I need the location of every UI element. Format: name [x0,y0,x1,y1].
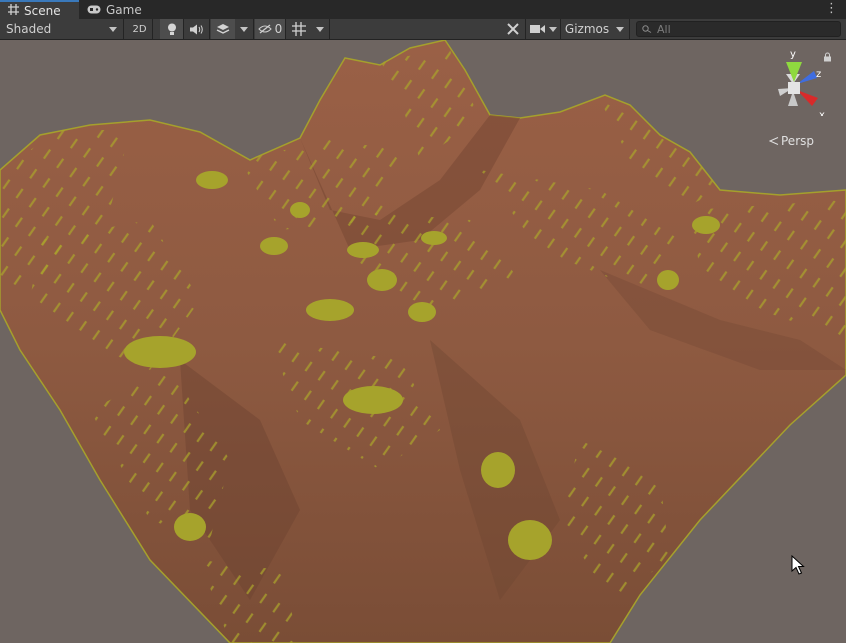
grid-hash-icon [8,3,19,18]
hidden-count: 0 [274,22,283,36]
toggle-2d-button[interactable]: 2D [127,19,153,39]
eye-slash-icon [257,24,272,34]
tools-toggle-button[interactable] [500,19,526,39]
gizmos-dropdown[interactable] [611,19,630,39]
tab-scene-label: Scene [24,3,61,18]
gizmos-label: Gizmos [564,22,610,36]
gizmo-center-cube[interactable] [788,82,800,94]
scene-toolbar: Shaded 2D 0 Gizmos All [0,19,846,40]
effects-dropdown[interactable] [235,19,254,39]
camera-settings-dropdown[interactable] [527,19,561,39]
projection-toggle[interactable]: Persp [769,134,814,148]
tab-game[interactable]: Game [84,0,152,19]
scene-search-field[interactable]: All [636,21,841,37]
gamepad-icon [87,3,101,17]
projection-label: Persp [781,134,814,148]
lightbulb-icon [167,23,176,35]
chevron-down-icon [549,26,557,32]
grid-dropdown[interactable] [311,19,330,39]
mouse-cursor-icon [791,555,805,575]
effects-toggle-button[interactable] [211,19,235,39]
shading-mode-dropdown[interactable]: Shaded [0,19,124,39]
scene-viewport[interactable]: y z x Persp [0,40,846,643]
grid-icon [291,22,306,36]
shading-mode-label: Shaded [6,22,52,36]
layers-effects-icon [216,23,230,34]
chevron-down-icon [616,26,624,32]
chevron-down-icon [109,26,117,32]
gizmos-toggle-button[interactable]: Gizmos [563,19,611,39]
editor-tab-bar: Scene Game ⋮ [0,0,846,19]
search-icon [642,25,652,33]
tab-scene[interactable]: Scene [0,0,79,19]
grid-snap-toggle[interactable] [287,19,311,39]
gizmo-x-axis-cone[interactable] [797,90,818,106]
lock-icon[interactable] [823,52,832,62]
lighting-toggle-button[interactable] [160,19,184,39]
gizmo-y-axis-cone[interactable] [786,62,802,82]
chevron-down-icon [240,26,248,32]
toggle-2d-label: 2D [132,23,147,35]
search-placeholder: All [657,22,671,36]
audio-toggle-button[interactable] [184,19,210,39]
hidden-objects-toggle[interactable]: 0 [255,19,286,39]
gizmo-z-label: z [816,69,821,80]
gizmo-y-label: y [790,49,796,60]
perspective-icon [769,137,779,145]
speaker-icon [190,24,203,34]
gizmo-x-label: x [819,110,825,116]
more-options-icon[interactable]: ⋮ [825,1,838,16]
camera-icon [530,25,545,33]
wrench-screwdriver-icon [506,23,519,35]
chevron-down-icon [316,26,324,32]
tab-game-label: Game [106,2,142,17]
terrain-mesh [0,40,846,643]
